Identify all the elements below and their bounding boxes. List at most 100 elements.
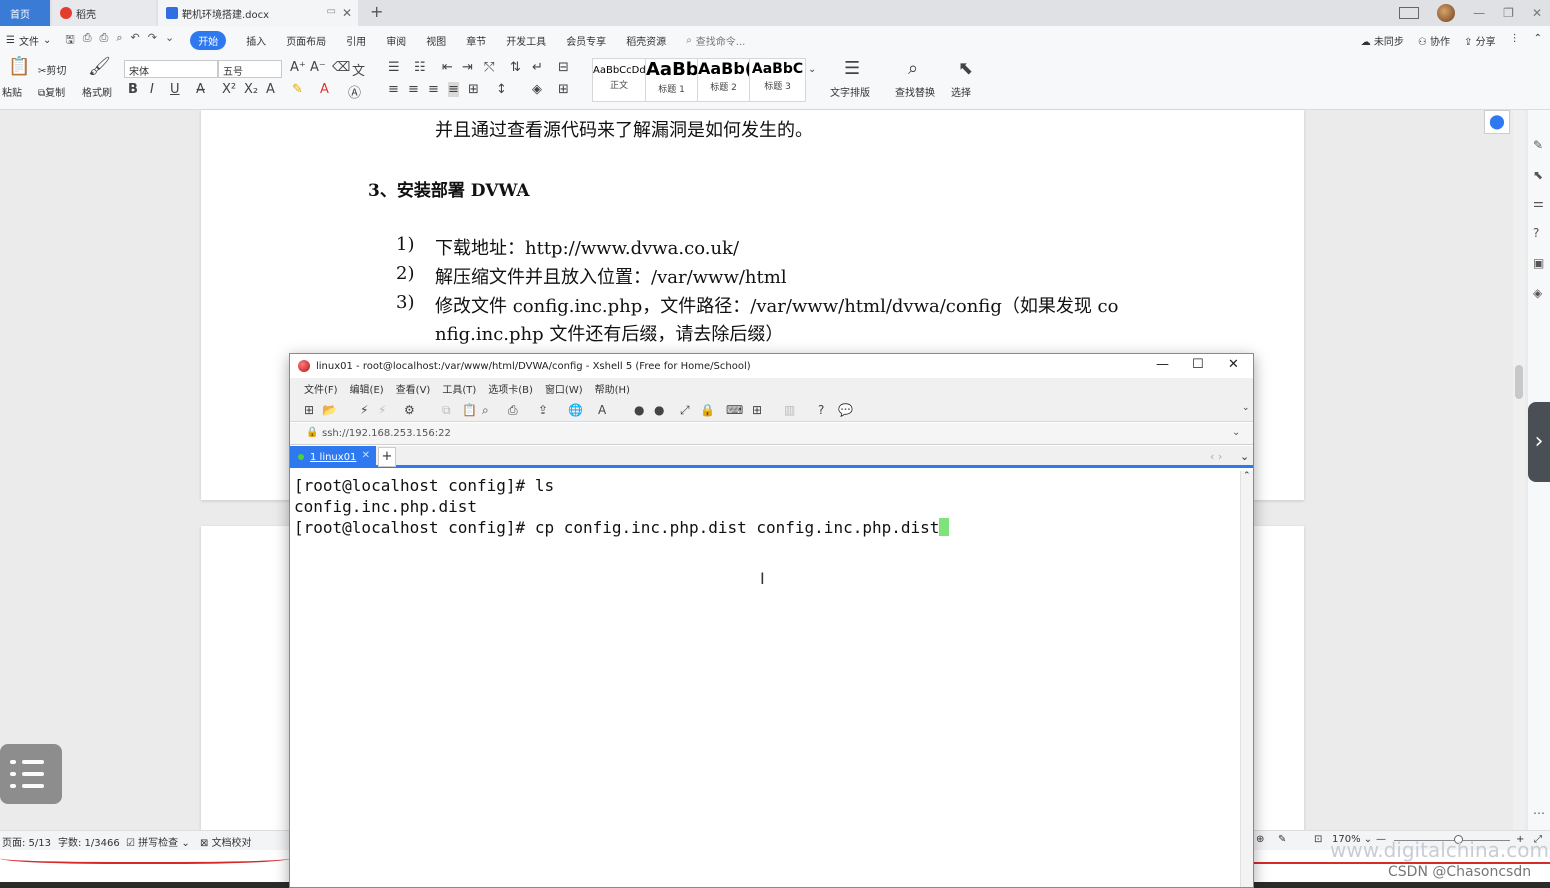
numbered-list-icon[interactable]: ☷ — [414, 60, 426, 75]
minimize-icon[interactable]: — — [1473, 6, 1485, 20]
xshell-menu-window[interactable]: 窗口(W) — [545, 381, 583, 396]
proofread-button[interactable]: ⊠ 文档校对 — [200, 834, 252, 849]
properties-icon[interactable]: ⚙ — [404, 403, 415, 417]
menu-view[interactable]: 视图 — [426, 33, 446, 48]
help-icon[interactable]: ? — [1533, 226, 1539, 240]
cut-button[interactable]: ✂剪切 — [38, 62, 66, 77]
text-effect-icon[interactable]: A — [266, 82, 275, 97]
layout-icon[interactable]: ▥ — [784, 403, 795, 417]
terminal-output[interactable]: [root@localhost config]# ls config.inc.p… — [290, 471, 1240, 887]
xshell-menu-help[interactable]: 帮助(H) — [595, 381, 630, 396]
print-icon[interactable]: ⎙ — [508, 403, 518, 418]
session-tab[interactable]: 1 linux01 ✕ — [290, 446, 376, 468]
word-count[interactable]: 字数: 1/3466 — [58, 834, 120, 849]
decrease-indent-icon[interactable]: ⇤ — [442, 60, 453, 75]
more-icon[interactable]: ⋯ — [1533, 806, 1545, 820]
subscript-icon[interactable]: X₂ — [244, 82, 258, 97]
session-address[interactable]: ssh://192.168.253.156:22 — [322, 428, 451, 439]
page-indicator[interactable]: 页面: 5/13 — [2, 834, 51, 849]
bullet-list-icon[interactable]: ☰ — [388, 60, 400, 75]
clear-format-icon[interactable]: ⌫ — [332, 60, 350, 75]
style-heading-3[interactable]: AaBbC 标题 3 — [750, 58, 806, 102]
image-icon[interactable]: ▣ — [1533, 256, 1544, 270]
new-session-icon[interactable]: ⊞ — [304, 403, 314, 417]
collapse-ribbon-icon[interactable]: ⌃ — [1534, 33, 1542, 48]
format-painter-button[interactable]: 格式刷 — [82, 84, 112, 99]
xshell-address-bar[interactable]: 🔒 ssh://192.168.253.156:22 ⌄ — [290, 423, 1253, 445]
cursor-icon[interactable]: ⬉ — [1533, 168, 1543, 182]
tab-list-icon[interactable]: ⌄ — [1240, 450, 1249, 463]
align-left-icon[interactable]: ≡ — [388, 82, 399, 97]
open-folder-icon[interactable]: 📂 — [322, 403, 337, 417]
undo-icon[interactable]: ↶ — [131, 31, 140, 50]
find-replace-button[interactable]: 查找替换 — [895, 84, 935, 99]
side-panel-toggle[interactable]: › — [1528, 402, 1550, 482]
xshell-window[interactable]: linux01 - root@localhost:/var/www/html/D… — [289, 353, 1254, 888]
xshell-menu-tools[interactable]: 工具(T) — [442, 381, 476, 396]
select-cursor-icon[interactable]: ⬉ — [958, 58, 973, 79]
format-painter-icon[interactable]: 🖌 — [88, 56, 111, 77]
new-tab-button[interactable]: + — [370, 2, 383, 21]
connect-icon[interactable]: ⚡ — [360, 403, 368, 417]
menu-daoke-resources[interactable]: 稻壳资源 — [626, 33, 666, 48]
xshell-close-icon[interactable]: ✕ — [1228, 357, 1239, 372]
text-layout-icon[interactable]: ☰ — [844, 58, 860, 79]
copy-icon[interactable]: ⧉ — [442, 403, 451, 418]
italic-icon[interactable]: I — [150, 82, 154, 97]
increase-indent-icon[interactable]: ⇥ — [462, 60, 473, 75]
tab-home[interactable]: 首页 — [0, 0, 50, 26]
line-spacing-icon[interactable]: ↕ — [496, 82, 507, 97]
share-button[interactable]: ⇪ 分享 — [1464, 33, 1496, 48]
pen-icon[interactable]: ✎ — [1533, 138, 1543, 152]
find-icon[interactable]: ⌕ — [482, 403, 489, 418]
xshell-menu-file[interactable]: 文件(F) — [304, 381, 338, 396]
phonetic-icon[interactable]: 文 — [352, 60, 365, 79]
xshell-menu-edit[interactable]: 编辑(E) — [350, 381, 384, 396]
xshell-menu-view[interactable]: 查看(V) — [396, 381, 431, 396]
align-right-icon[interactable]: ≡ — [428, 82, 439, 97]
terminal-scrollbar[interactable]: ⌃ — [1240, 471, 1253, 887]
xmanager-icon[interactable]: ● — [654, 403, 664, 417]
layout-icon[interactable] — [1399, 7, 1420, 19]
avatar[interactable] — [1437, 4, 1456, 22]
style-heading-2[interactable]: AaBb( 标题 2 — [698, 58, 750, 102]
address-dropdown-icon[interactable]: ⌄ — [1232, 427, 1240, 438]
text-layout-button[interactable]: 文字排版 — [830, 84, 870, 99]
menu-references[interactable]: 引用 — [346, 33, 366, 48]
style-heading-1[interactable]: AaBb 标题 1 — [646, 58, 698, 102]
font-size-select[interactable]: 五号 — [218, 60, 282, 78]
spell-check-button[interactable]: ☑ 拼写检查 ⌄ — [126, 834, 190, 849]
strikethrough-icon[interactable]: A̶ — [196, 82, 205, 97]
scroll-up-icon[interactable]: ⌃ — [1243, 471, 1251, 481]
paste-icon[interactable]: 📋 — [8, 56, 30, 77]
char-border-icon[interactable]: Ⓐ — [348, 82, 361, 101]
underline-icon[interactable]: U — [170, 82, 180, 97]
close-icon[interactable]: ✕ — [1532, 6, 1542, 20]
grow-font-icon[interactable]: A⁺ — [290, 60, 306, 75]
save-icon[interactable]: 🖫 — [65, 31, 74, 50]
highlight-icon[interactable]: ✎ — [292, 82, 303, 97]
tab-document[interactable]: 靶机环境搭建.docx ▭ ✕ — [158, 0, 358, 26]
font-color-icon[interactable]: A — [320, 82, 329, 97]
disconnect-icon[interactable]: ⚡ — [378, 403, 386, 417]
menu-chapter[interactable]: 章节 — [466, 33, 486, 48]
tab-pin-icon[interactable]: ▭ — [327, 6, 336, 17]
bold-icon[interactable]: B — [128, 82, 138, 97]
location-pin-icon[interactable]: ⬤ — [1484, 110, 1510, 134]
sort-icon[interactable]: ⇅ — [510, 60, 521, 75]
find-replace-icon[interactable]: ⌕ — [908, 58, 918, 79]
collaborate-button[interactable]: ⚇ 协作 — [1418, 33, 1450, 48]
scrollbar-thumb[interactable] — [1515, 365, 1523, 399]
tab-close-icon[interactable]: ✕ — [342, 6, 352, 20]
menu-developer[interactable]: 开发工具 — [506, 33, 546, 48]
toolbar-overflow-icon[interactable]: ⌄ — [1242, 403, 1250, 413]
tab-scroll-icon[interactable]: ‹ › — [1210, 450, 1222, 463]
font-icon[interactable]: A — [598, 403, 606, 417]
tab-daoke[interactable]: 稻壳 — [52, 0, 156, 26]
customize-icon[interactable]: ⌄ — [165, 31, 174, 50]
menu-member[interactable]: 会员专享 — [566, 33, 606, 48]
menu-review[interactable]: 审阅 — [386, 33, 406, 48]
shrink-font-icon[interactable]: A⁻ — [310, 60, 326, 75]
sync-status-button[interactable]: ☁ 未同步 — [1361, 33, 1404, 48]
xshell-maximize-icon[interactable]: ☐ — [1192, 357, 1204, 372]
